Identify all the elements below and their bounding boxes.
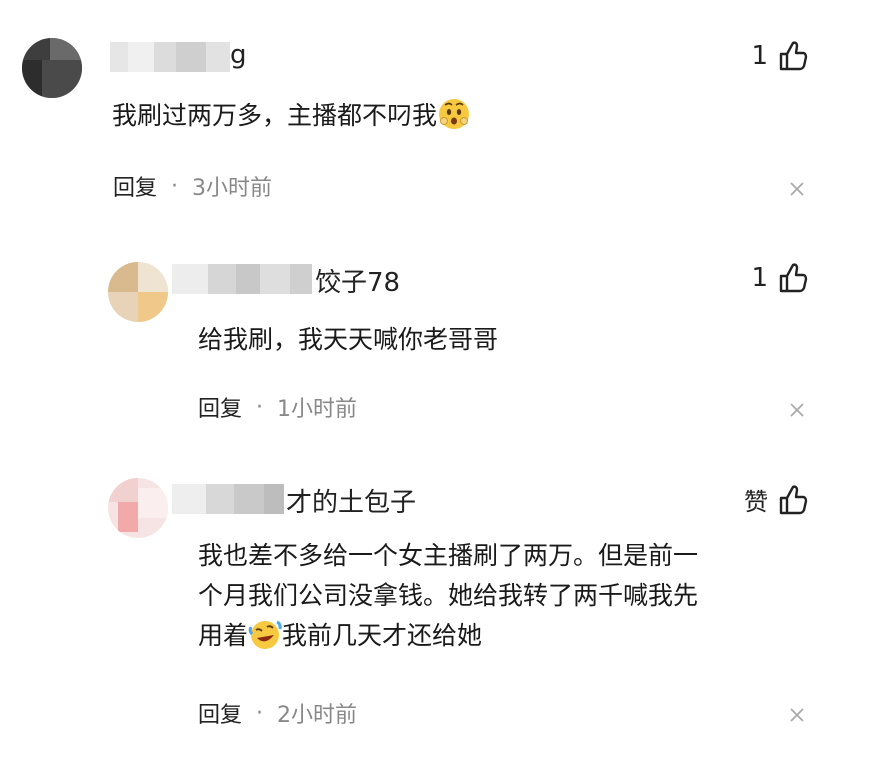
username[interactable]: 才的土包子 xyxy=(286,482,416,519)
timestamp: 2小时前 xyxy=(277,703,358,728)
comment-text-line: 我也差不多给一个女主播刷了两万。但是前一 xyxy=(198,541,699,570)
avatar[interactable] xyxy=(108,478,168,538)
like-count: 1 xyxy=(751,263,768,293)
thumbs-up-icon xyxy=(779,41,808,71)
meta-separator: · xyxy=(256,394,264,420)
username-blur xyxy=(172,482,284,516)
close-icon[interactable] xyxy=(789,181,805,197)
comment-list: g 1 我刷过两万多，主播都不叼我 回复 · 3小时前 饺子78 1 给我刷，我… xyxy=(0,0,870,766)
thumbs-up-icon xyxy=(779,263,808,293)
comment-text: 我也差不多给一个女主播刷了两万。但是前一 个月我们公司没拿钱。她给我转了两千喊我… xyxy=(198,536,818,656)
meta-separator: · xyxy=(256,700,264,726)
comment-text-line: 用着 我前几天才还给她 xyxy=(198,616,818,656)
username-blur xyxy=(172,262,312,296)
shocked-face-emoji xyxy=(439,99,470,129)
like-label: 赞 xyxy=(744,488,768,516)
comment-meta: 回复 · 3小时前 xyxy=(113,170,272,202)
avatar[interactable] xyxy=(22,38,82,98)
comment-text: 给我刷，我天天喊你老哥哥 xyxy=(198,325,499,354)
reply-button[interactable]: 回复 xyxy=(113,170,157,202)
close-icon[interactable] xyxy=(789,707,805,723)
meta-separator: · xyxy=(171,173,179,199)
like-button[interactable]: 1 xyxy=(751,262,808,294)
reply-button[interactable]: 回复 xyxy=(198,697,242,729)
crying-laughing-face-emoji xyxy=(248,620,282,649)
username[interactable]: g xyxy=(230,40,247,70)
close-icon[interactable] xyxy=(789,402,805,418)
like-button[interactable]: 1 xyxy=(751,40,808,72)
avatar[interactable] xyxy=(108,262,168,322)
timestamp: 1小时前 xyxy=(277,397,358,422)
comment-meta: 回复 · 2小时前 xyxy=(198,697,357,729)
like-button[interactable]: 赞 xyxy=(744,482,808,517)
like-count: 1 xyxy=(751,41,768,71)
comment-meta: 回复 · 1小时前 xyxy=(198,391,357,423)
comment-text-line: 个月我们公司没拿钱。她给我转了两千喊我先 xyxy=(198,581,699,610)
comment-text: 我刷过两万多，主播都不叼我 xyxy=(112,96,471,136)
username[interactable]: 饺子78 xyxy=(315,262,400,299)
username-blur xyxy=(110,40,230,74)
reply-button[interactable]: 回复 xyxy=(198,391,242,423)
thumbs-up-icon xyxy=(779,484,808,514)
timestamp: 3小时前 xyxy=(192,176,273,201)
